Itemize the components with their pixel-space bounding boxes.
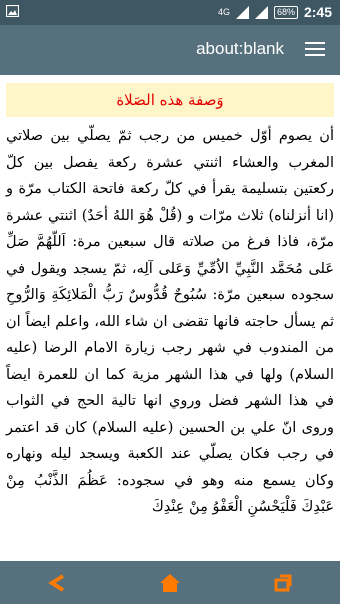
article-paragraph: أن يصوم أوّل خميس من رجب ثمّ يصلّي بين ص… bbox=[6, 128, 334, 515]
navigation-bar bbox=[0, 561, 340, 604]
page-title: about:blank bbox=[196, 39, 284, 58]
article-body: أن يصوم أوّل خميس من رجب ثمّ يصلّي بين ص… bbox=[0, 123, 340, 521]
signal-icon bbox=[235, 5, 249, 19]
back-arrow-icon bbox=[47, 573, 64, 592]
article-heading: وَصفة هذه الصَلاة bbox=[116, 91, 224, 109]
recent-apps-icon bbox=[274, 574, 292, 591]
image-notification-icon bbox=[6, 5, 19, 17]
hamburger-menu-icon[interactable] bbox=[305, 42, 325, 58]
back-button[interactable] bbox=[27, 561, 87, 604]
home-button[interactable] bbox=[140, 561, 200, 604]
status-bar: 4G 68% 2:45 bbox=[0, 0, 340, 25]
heading-box: وَصفة هذه الصَلاة bbox=[6, 83, 334, 117]
webview-content[interactable]: وَصفة هذه الصَلاة أن يصوم أوّل خميس من ر… bbox=[0, 75, 340, 561]
status-right: 4G 68% 2:45 bbox=[218, 4, 332, 20]
signal-icon-2 bbox=[254, 5, 268, 19]
recent-apps-button[interactable] bbox=[253, 561, 313, 604]
network-label: 4G bbox=[217, 7, 230, 17]
clock: 2:45 bbox=[303, 4, 332, 20]
app-toolbar: about:blank bbox=[0, 25, 340, 75]
battery-indicator: 68% bbox=[273, 5, 298, 19]
home-icon bbox=[159, 573, 180, 592]
